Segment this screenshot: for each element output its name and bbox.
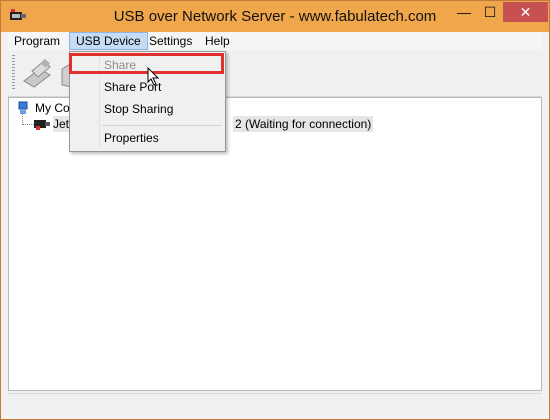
menu-usb-device[interactable]: USB Device <box>69 32 148 50</box>
menu-bar: Program USB Device Settings Help <box>8 32 542 50</box>
app-window: USB over Network Server - www.fabulatech… <box>0 0 550 420</box>
device-label-prefix: Jet <box>53 117 70 131</box>
menu-program[interactable]: Program <box>8 32 66 50</box>
close-button[interactable]: ✕ <box>503 2 548 22</box>
toolbar-grip-icon[interactable] <box>12 55 15 91</box>
title-bar[interactable]: USB over Network Server - www.fabulatech… <box>1 1 549 32</box>
maximize-button[interactable]: ☐ <box>477 2 503 22</box>
menu-item-stop-sharing[interactable]: Stop Sharing <box>72 98 223 120</box>
computer-icon <box>18 101 28 114</box>
menu-separator <box>102 125 222 126</box>
status-bar <box>8 393 542 414</box>
menu-item-properties[interactable]: Properties <box>72 127 223 149</box>
share-device-icon[interactable] <box>20 57 54 89</box>
minimize-button[interactable]: — <box>451 2 477 22</box>
device-status: 2 (Waiting for connection) <box>233 116 374 132</box>
menu-help[interactable]: Help <box>199 32 236 50</box>
usb-device-icon <box>34 120 50 130</box>
menu-settings[interactable]: Settings <box>143 32 198 50</box>
mouse-cursor-icon <box>147 67 160 86</box>
